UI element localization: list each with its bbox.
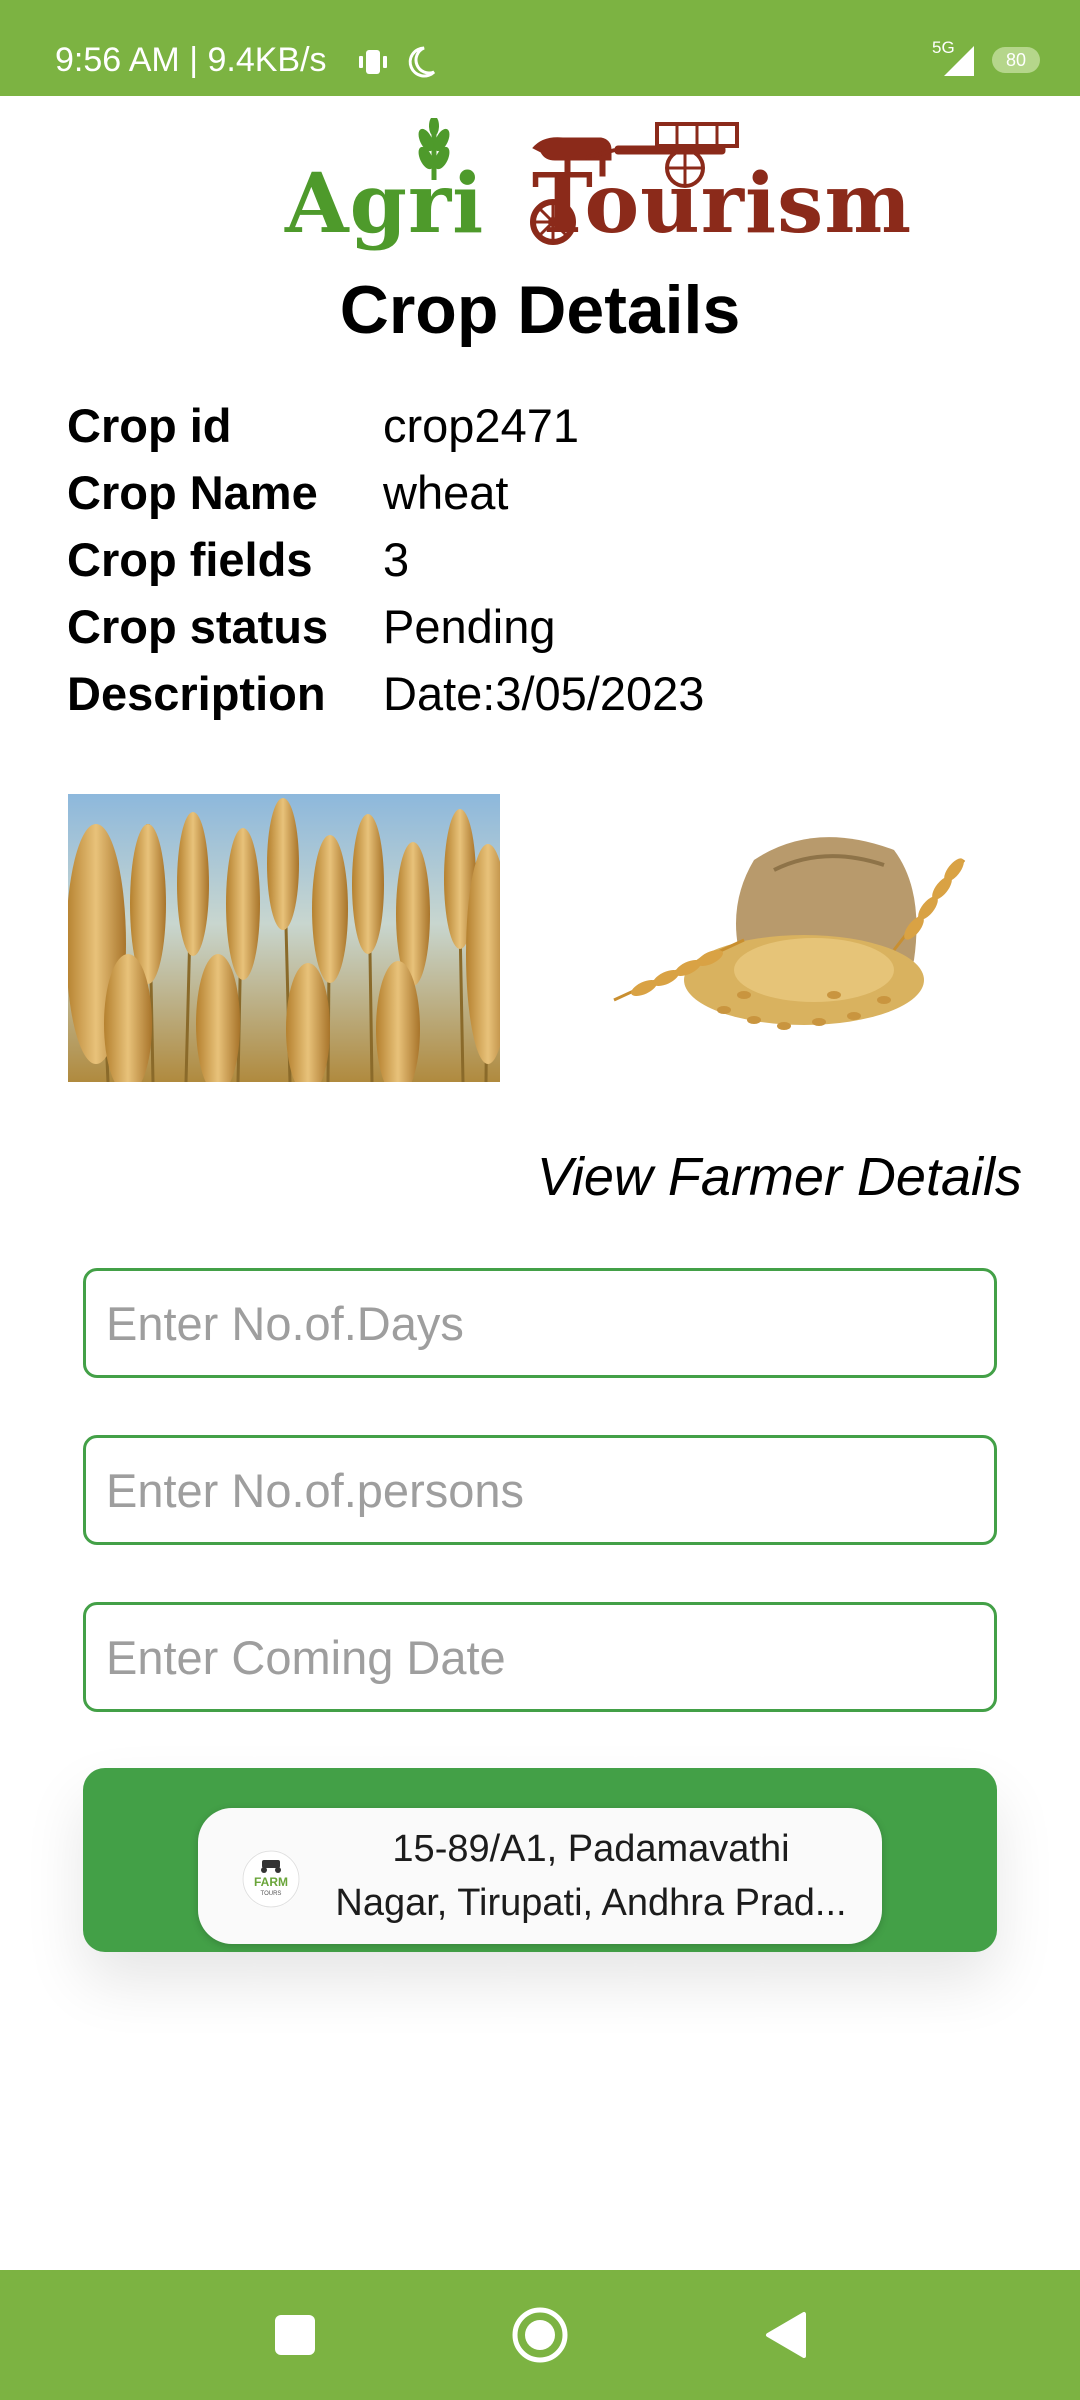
detail-row-crop-status: Crop status Pending	[67, 593, 1017, 660]
persons-input[interactable]	[86, 1438, 994, 1542]
page-title: Crop Details	[339, 272, 741, 348]
battery-icon: 80	[992, 47, 1040, 73]
detail-value: crop2471	[383, 399, 579, 452]
status-bar: 9:56 AM | 9.4KB/s 5G 80	[0, 0, 1080, 96]
toast-line-1: 15-89/A1, Padamavathi	[392, 1828, 790, 1870]
toast-icon-tours: TOURS	[261, 1891, 282, 1897]
coming-date-input[interactable]	[86, 1605, 994, 1709]
agri-tourism-logo: Agri Tourism	[285, 118, 911, 254]
vibrate-icon	[359, 50, 387, 74]
detail-label: Description	[67, 667, 326, 720]
view-farmer-details-link[interactable]: View Farmer Details	[537, 1142, 1022, 1212]
moon-icon	[408, 46, 436, 78]
detail-label: Crop id	[67, 399, 232, 452]
logo-tourism: Tourism	[531, 156, 913, 252]
logo-wordmark: Agri Tourism	[285, 154, 912, 254]
detail-row-crop-id: Crop id crop2471	[67, 392, 1017, 459]
toast-line-2: Nagar, Tirupati, Andhra Prad...	[335, 1882, 847, 1924]
coming-date-field[interactable]	[83, 1602, 997, 1712]
signal-icon: 5G	[932, 38, 978, 80]
detail-row-description: Description Date:3/05/2023	[67, 660, 1017, 727]
toast-text: 15-89/A1, Padamavathi Nagar, Tirupati, A…	[326, 1822, 856, 1930]
toast-icon-farm: FARM	[254, 1875, 288, 1889]
battery-level: 80	[1005, 50, 1027, 70]
detail-value: Pending	[383, 600, 556, 653]
persons-field[interactable]	[83, 1435, 997, 1545]
wheat-field-photo	[68, 794, 500, 1082]
detail-row-crop-fields: Crop fields 3	[67, 526, 1017, 593]
toast-message: FARM TOURS 15-89/A1, Padamavathi Nagar, …	[198, 1808, 882, 1944]
detail-label: Crop fields	[67, 533, 313, 586]
detail-value: Date:3/05/2023	[383, 667, 705, 720]
farm-tours-logo-icon: FARM TOURS	[242, 1850, 300, 1908]
network-type: 5G	[932, 38, 955, 57]
days-field[interactable]	[83, 1268, 997, 1378]
days-input[interactable]	[86, 1271, 994, 1375]
status-time: 9:56 AM | 9.4KB/s	[55, 41, 327, 79]
crop-details-list: Crop id crop2471 Crop Name wheat Crop fi…	[67, 392, 1017, 727]
home-circle-icon[interactable]	[505, 2300, 575, 2370]
navigation-bar	[0, 2270, 1080, 2400]
wheat-grain-sack-photo	[613, 837, 966, 1030]
back-triangle-icon[interactable]	[750, 2300, 820, 2370]
detail-row-crop-name: Crop Name wheat	[67, 459, 1017, 526]
detail-value: 3	[383, 533, 410, 586]
detail-label: Crop status	[67, 600, 329, 653]
detail-value: wheat	[383, 466, 509, 519]
detail-label: Crop Name	[67, 466, 318, 519]
logo-agri: Agri	[285, 156, 485, 252]
recents-square-icon[interactable]	[260, 2300, 330, 2370]
